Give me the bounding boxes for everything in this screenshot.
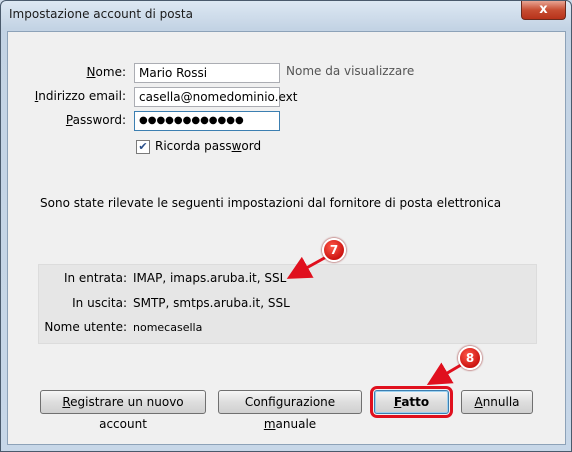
annotation-badge-8: 8	[458, 346, 482, 370]
arrow-7	[286, 254, 329, 279]
annotation-badge-7: 7	[322, 238, 346, 262]
annotation-arrows	[286, 254, 467, 386]
